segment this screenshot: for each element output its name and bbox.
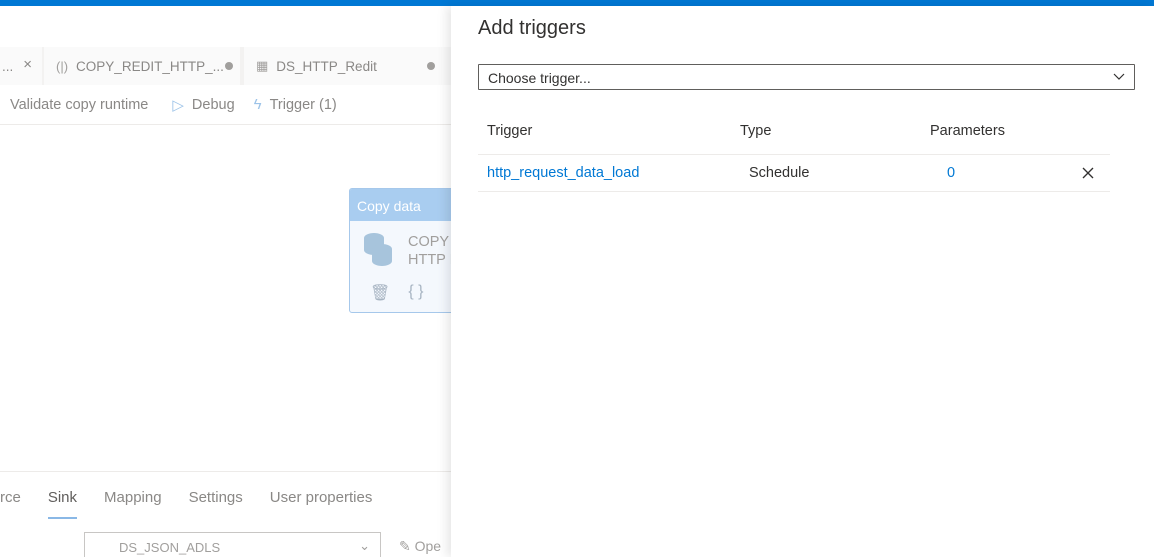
activity-name-line: COPY	[408, 234, 450, 250]
table-icon: ▦	[256, 58, 269, 73]
dataset-value: DS_JSON_ADLS	[119, 540, 221, 555]
code-icon[interactable]: { }	[408, 283, 423, 303]
editor-toolbar: Validate copy runtime ▷ Debug ϟ Trigger …	[0, 85, 451, 125]
tab-user-properties[interactable]: User properties	[270, 489, 373, 506]
tab-settings[interactable]: Settings	[189, 489, 243, 506]
pipeline-icon: (|)	[56, 58, 69, 74]
trigger-type: Schedule	[749, 165, 810, 181]
chevron-down-icon	[1113, 73, 1125, 80]
column-header-type: Type	[740, 123, 772, 139]
copy-data-activity[interactable]: Copy data COPY HTTP I 🗑 { }	[349, 188, 451, 313]
tab-source[interactable]: rce	[0, 489, 21, 506]
validate-copy-runtime-button[interactable]: Validate copy runtime	[10, 97, 148, 113]
unsaved-dot-icon	[427, 62, 435, 70]
debug-label: Debug	[191, 96, 235, 113]
remove-trigger-close-icon[interactable]	[1081, 166, 1095, 180]
pencil-icon: ✎	[399, 538, 415, 554]
open-label: Ope	[414, 538, 442, 554]
lightning-icon: ϟ	[253, 96, 262, 113]
tab-dataset[interactable]: ▦ DS_HTTP_Redit	[244, 47, 451, 85]
trigger-label: Trigger (1)	[269, 96, 337, 113]
unsaved-dot-icon	[225, 62, 233, 70]
properties-tab-strip: rce Sink Mapping Settings User propertie…	[0, 471, 451, 523]
tab-label: ...	[2, 58, 14, 74]
editor-tab-strip: ... × (|) COPY_REDIT_HTTP_... ▦ DS_HTTP_…	[0, 47, 451, 85]
close-icon[interactable]: ×	[23, 56, 32, 73]
tab-label: COPY_REDIT_HTTP_...	[76, 58, 224, 74]
debug-button[interactable]: ▷ Debug	[172, 96, 234, 114]
play-icon: ▷	[172, 96, 184, 114]
panel-title: Add triggers	[478, 17, 586, 39]
activity-header: Copy data	[350, 189, 451, 221]
column-header-trigger: Trigger	[487, 123, 533, 139]
trigger-name-link[interactable]: http_request_data_load	[487, 155, 639, 192]
tab-previous[interactable]: ... ×	[0, 47, 42, 85]
activity-name-line: HTTP I	[408, 252, 451, 268]
parameters-count-link[interactable]: 0	[947, 155, 955, 192]
trigger-button[interactable]: ϟ Trigger (1)	[254, 96, 337, 113]
open-dataset-button[interactable]: ✎ Ope	[399, 538, 441, 555]
triggers-table-header: Trigger Type Parameters	[478, 114, 1110, 155]
tab-sink[interactable]: Sink	[47, 489, 78, 519]
sink-dataset-select[interactable]: DS_JSON_ADLS ⌄	[84, 532, 381, 557]
tab-mapping[interactable]: Mapping	[104, 489, 162, 506]
choose-trigger-select[interactable]: Choose trigger...	[478, 64, 1135, 90]
delete-icon[interactable]: 🗑	[370, 283, 390, 303]
tab-label: DS_HTTP_Redit	[276, 58, 377, 74]
add-triggers-panel: Add triggers Choose trigger... Trigger T…	[451, 6, 1154, 557]
tab-copy-pipeline[interactable]: (|) COPY_REDIT_HTTP_...	[44, 47, 240, 85]
table-row: http_request_data_load Schedule 0	[478, 155, 1110, 192]
database-icon	[364, 233, 394, 267]
column-header-parameters: Parameters	[930, 123, 1005, 139]
validate-label: Validate copy runtime	[10, 96, 149, 113]
pipeline-editor: ... × (|) COPY_REDIT_HTTP_... ▦ DS_HTTP_…	[0, 6, 451, 557]
chevron-down-icon: ⌄	[359, 538, 370, 553]
trigger-select-placeholder: Choose trigger...	[488, 70, 591, 86]
